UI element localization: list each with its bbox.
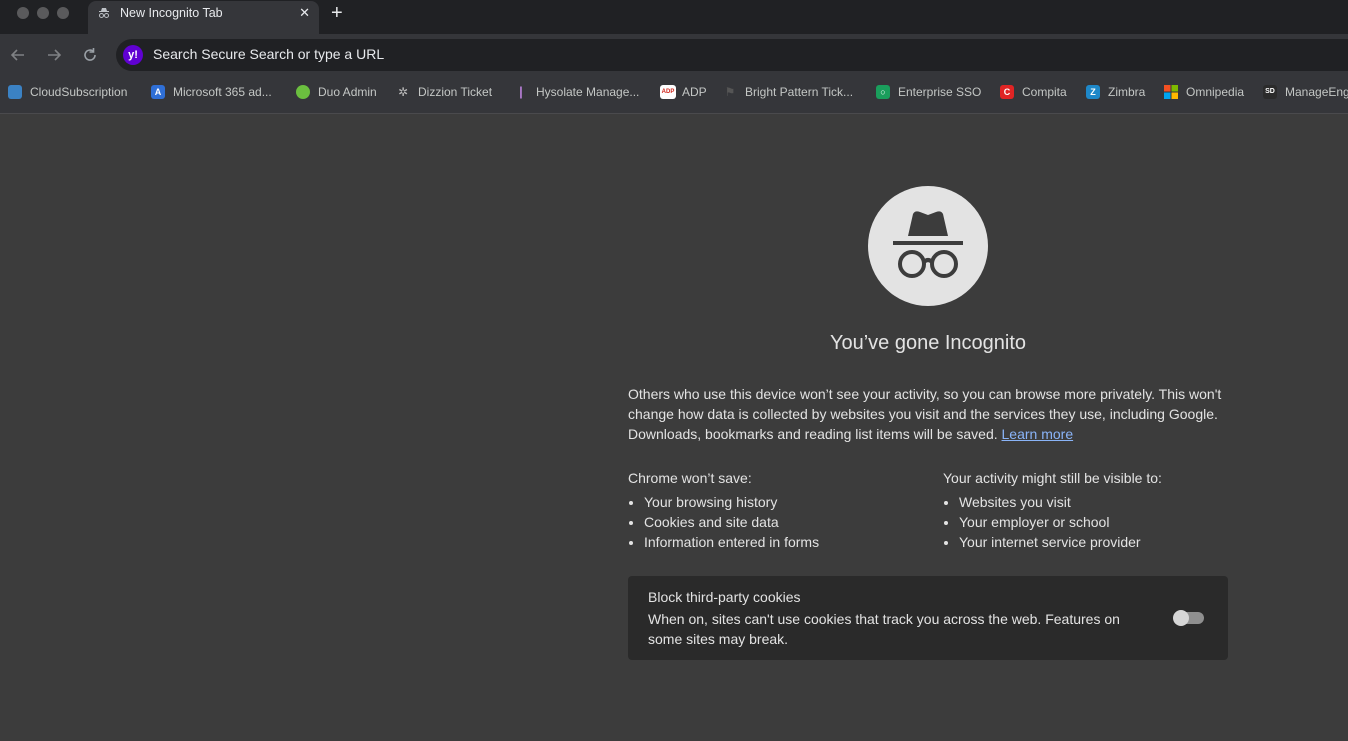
page-title: You’ve gone Incognito <box>829 332 1027 354</box>
flag-icon: ⚑ <box>724 85 736 99</box>
visible-to-title: Your activity might still be visible to: <box>943 468 1243 488</box>
cookies-description: When on, sites can't use cookies that tr… <box>648 611 1120 647</box>
admin-icon: A <box>151 85 165 99</box>
window-minimize-button[interactable] <box>37 7 49 19</box>
bookmark-label: Enterprise SSO <box>898 85 982 99</box>
list-item: Your employer or school <box>959 512 1243 532</box>
incognito-page: You’ve gone Incognito Others who use thi… <box>0 114 1348 741</box>
list-item: Information entered in forms <box>644 532 928 552</box>
list-item: Cookies and site data <box>644 512 928 532</box>
learn-more-link[interactable]: Learn more <box>1002 426 1074 442</box>
intro-paragraph: Others who use this device won’t see you… <box>628 384 1228 444</box>
forward-arrow-icon[interactable] <box>44 45 64 65</box>
intro-text: Others who use this device won’t see you… <box>628 386 1222 442</box>
bookmark-label: Bright Pattern Tick... <box>745 85 854 99</box>
dizzion-icon: ✲ <box>397 85 409 99</box>
bookmark-label: Dizzion Ticket <box>418 85 493 99</box>
cookies-title: Block third-party cookies <box>648 589 801 605</box>
bookmark-label: Duo Admin <box>318 85 377 99</box>
tab-incognito[interactable]: New Incognito Tab ✕ <box>88 1 319 34</box>
visible-title-prefix: Your activity <box>943 470 1022 486</box>
sd-icon: SD <box>1263 85 1277 99</box>
third-party-cookies-card: Block third-party cookies When on, sites… <box>628 576 1228 660</box>
window-close-button[interactable] <box>17 7 29 19</box>
reload-icon[interactable] <box>80 45 100 65</box>
toggle-knob <box>1173 610 1189 626</box>
duo-icon <box>296 85 310 99</box>
windows-logo <box>1164 85 1178 99</box>
list-item: Websites you visit <box>959 492 1243 512</box>
incognito-icon <box>99 8 109 18</box>
window-maximize-button[interactable] <box>57 7 69 19</box>
bookmark-label: ADP <box>682 85 707 99</box>
adp-icon: ADP <box>660 85 676 99</box>
tab-title: New Incognito Tab <box>120 6 223 20</box>
omnibox[interactable]: y! Search Secure Search or type a URL <box>116 39 1348 71</box>
windows-icon <box>1164 85 1178 99</box>
visible-to-section: Your activity might still be visible to:… <box>943 468 1243 552</box>
zimbra-icon: Z <box>1086 85 1100 99</box>
visible-title-suffix: still be visible to: <box>1056 470 1162 486</box>
wont-save-section: Chrome won’t save: Your browsing history… <box>628 468 928 552</box>
bookmark-label: CloudSubscription <box>30 85 128 99</box>
sso-icon: ○ <box>876 85 890 99</box>
omnibox-placeholder[interactable]: Search Secure Search or type a URL <box>153 46 384 62</box>
bookmark-label: Hysolate Manage... <box>536 85 640 99</box>
toolbar: y! Search Secure Search or type a URL <box>0 34 1348 76</box>
wont-save-title: Chrome won’t save: <box>628 470 752 486</box>
bookmark-label: Compita <box>1022 85 1067 99</box>
back-arrow-icon[interactable] <box>8 45 28 65</box>
incognito-icon <box>893 211 963 278</box>
tab-strip: New Incognito Tab ✕ + <box>0 0 1348 34</box>
bookmark-label: ManageEngine <box>1285 85 1348 99</box>
search-engine-icon: y! <box>123 45 143 65</box>
bookmark-label: Microsoft 365 ad... <box>173 85 272 99</box>
incognito-hero <box>868 186 988 306</box>
block-cookies-toggle[interactable] <box>1173 610 1204 626</box>
bookmarks-bar: CloudSubscription A Microsoft 365 ad... … <box>0 76 1348 114</box>
bookmark-label: Zimbra <box>1108 85 1146 99</box>
hysolate-icon: | <box>519 84 523 99</box>
wont-save-list: Your browsing history Cookies and site d… <box>628 492 928 552</box>
list-item: Your browsing history <box>644 492 928 512</box>
visible-to-list: Websites you visit Your employer or scho… <box>943 492 1243 552</box>
visible-title-emphasis: might <box>1021 470 1057 486</box>
tab-close-icon[interactable]: ✕ <box>299 6 310 20</box>
grid-icon <box>8 85 22 99</box>
bookmark-label: Omnipedia <box>1186 85 1245 99</box>
compita-icon: C <box>1000 85 1014 99</box>
list-item: Your internet service provider <box>959 532 1243 552</box>
new-tab-button[interactable]: + <box>331 2 343 24</box>
